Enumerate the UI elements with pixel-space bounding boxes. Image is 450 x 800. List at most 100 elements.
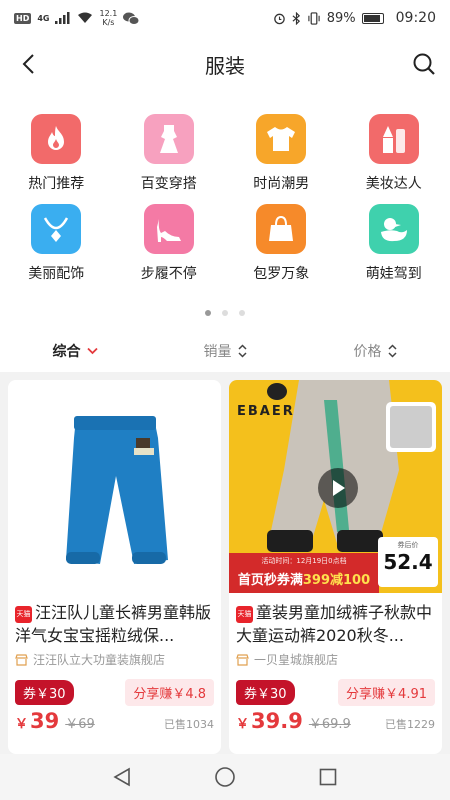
necklace-icon (31, 204, 82, 254)
sort-bar: 综合 销量 价格 (0, 330, 450, 372)
pager-dots (0, 310, 450, 318)
tshirt-icon (256, 114, 307, 164)
triangle-back-icon (113, 767, 130, 787)
product-card[interactable]: EBAER 活动时间：12月19日0点档 首页秒券满399减100 券后价 52… (229, 380, 442, 754)
status-bar: HD 4G 12.1 K/s 89% 09:20 (0, 0, 450, 36)
category-label: 时尚潮男 (253, 176, 310, 192)
price-tag-label: 券后价 (397, 541, 419, 549)
nav-recents-button[interactable] (308, 757, 348, 797)
shop-name: 一贝皇城旗舰店 (254, 653, 339, 667)
net-speed-unit: K/s (102, 18, 115, 27)
duck-icon (368, 204, 419, 254)
back-button[interactable] (12, 48, 44, 80)
price: 39.9 (251, 709, 303, 733)
search-button[interactable] (408, 48, 440, 80)
sort-label: 价格 (353, 344, 382, 360)
shop-icon (236, 653, 249, 666)
sold-count: 已售1034 (164, 718, 214, 731)
product-feed: 天猫 汪汪队儿童长裤男童韩版洋气女宝宝摇粒绒保... 汪汪队立大功童装旗舰店 券￥… (0, 372, 450, 754)
currency-symbol: ￥ (15, 717, 29, 732)
clock: 09:20 (395, 10, 436, 26)
pager-dot[interactable] (222, 310, 228, 316)
fabric-thumbnail (386, 402, 436, 452)
category-shoes[interactable]: 步履不停 (113, 198, 226, 288)
play-button[interactable] (318, 468, 358, 508)
share-earn-button[interactable]: 分享赚￥4.91 (338, 678, 435, 706)
category-label: 包罗万象 (253, 266, 310, 282)
signal-icon (55, 12, 70, 24)
net-speed: 12.1 K/s (99, 9, 117, 27)
product-video[interactable]: EBAER 活动时间：12月19日0点档 首页秒券满399减100 券后价 52… (229, 380, 442, 593)
original-price: ￥69 (65, 717, 95, 732)
coupon-row: 券￥30 分享赚￥4.91 (229, 669, 442, 707)
wifi-icon (78, 12, 93, 23)
sort-sales[interactable]: 销量 (150, 341, 300, 361)
sort-toggle-icon (387, 344, 397, 358)
flame-icon (31, 114, 82, 164)
category-hot-recommend[interactable]: 热门推荐 (0, 108, 113, 198)
tmall-badge: 天猫 (236, 606, 253, 623)
shop-row[interactable]: 汪汪队立大功童装旗舰店 (8, 647, 221, 669)
alarm-icon (273, 13, 285, 24)
shop-row[interactable]: 一贝皇城旗舰店 (229, 647, 442, 669)
net-speed-value: 12.1 (99, 9, 118, 18)
coupon-badge[interactable]: 券￥30 (15, 679, 74, 705)
sort-toggle-icon (237, 344, 247, 358)
promo-prefix: 首页秒券满 (237, 573, 303, 588)
square-recents-icon (320, 768, 337, 786)
promo-banner: 活动时间：12月19日0点档 首页秒券满399减100 (229, 553, 379, 593)
category-label: 萌娃驾到 (365, 266, 422, 282)
category-accessories[interactable]: 美丽配饰 (0, 198, 113, 288)
tmall-badge: 天猫 (15, 606, 32, 623)
coupon-badge[interactable]: 券￥30 (236, 679, 295, 705)
kids-pants-image (66, 416, 168, 564)
coupon-row: 券￥30 分享赚￥4.8 (8, 669, 221, 707)
network-type: 4G (37, 13, 50, 23)
original-price: ￥69.9 (308, 717, 351, 732)
product-title[interactable]: 天猫 汪汪队儿童长裤男童韩版洋气女宝宝摇粒绒保... (8, 593, 221, 647)
price-row: ￥ 39.9 ￥69.9 已售1229 (229, 707, 442, 739)
shop-icon (15, 653, 28, 666)
sort-label: 销量 (203, 344, 232, 360)
pager-dot[interactable] (205, 310, 211, 316)
battery-percent: 89% (326, 10, 356, 26)
lipstick-icon (368, 114, 419, 164)
chevron-left-icon (22, 54, 34, 74)
system-nav-bar (0, 754, 450, 800)
category-grid: 热门推荐 百变穿搭 时尚潮男 美妆达人 美丽配饰 步履不停 包罗万象 萌娃驾到 (0, 108, 450, 288)
currency-symbol: ￥ (236, 717, 250, 732)
hd-indicator: HD (14, 12, 32, 24)
header: 服装 (0, 36, 450, 92)
bluetooth-icon (292, 11, 300, 25)
category-label: 步履不停 (140, 266, 197, 282)
price-tag-value: 52.4 (383, 550, 433, 574)
promo-time: 活动时间：12月19日0点档 (261, 557, 347, 565)
nav-home-button[interactable] (205, 757, 245, 797)
product-title[interactable]: 天猫 童装男童加绒裤子秋款中大童运动裤2020秋冬... (229, 593, 442, 647)
pager-dot[interactable] (239, 310, 245, 316)
sort-price[interactable]: 价格 (300, 341, 450, 361)
price-row: ￥ 39 ￥69 已售1034 (8, 707, 221, 739)
category-bags[interactable]: 包罗万象 (225, 198, 338, 288)
play-icon (333, 480, 345, 496)
battery-icon (361, 12, 384, 24)
category-outfit[interactable]: 百变穿搭 (113, 108, 226, 198)
vibrate-icon (308, 11, 320, 25)
product-card[interactable]: 天猫 汪汪队儿童长裤男童韩版洋气女宝宝摇粒绒保... 汪汪队立大功童装旗舰店 券￥… (8, 380, 221, 754)
nav-back-button[interactable] (102, 757, 142, 797)
product-image[interactable] (8, 380, 221, 593)
price: 39 (30, 709, 60, 733)
page-title: 服装 (205, 53, 245, 78)
promo-highlight: 399减100 (302, 573, 371, 588)
category-label: 热门推荐 (28, 176, 85, 192)
sold-count: 已售1229 (385, 718, 435, 731)
sort-label: 综合 (52, 344, 81, 360)
share-earn-button[interactable]: 分享赚￥4.8 (125, 678, 214, 706)
category-kids[interactable]: 萌娃驾到 (338, 198, 450, 288)
shop-name: 汪汪队立大功童装旗舰店 (33, 653, 166, 667)
category-makeup[interactable]: 美妆达人 (338, 108, 450, 198)
after-coupon-price-tag: 券后价 52.4 (378, 537, 438, 587)
handbag-icon (256, 204, 307, 254)
category-menswear[interactable]: 时尚潮男 (225, 108, 338, 198)
sort-comprehensive[interactable]: 综合 (0, 341, 150, 361)
